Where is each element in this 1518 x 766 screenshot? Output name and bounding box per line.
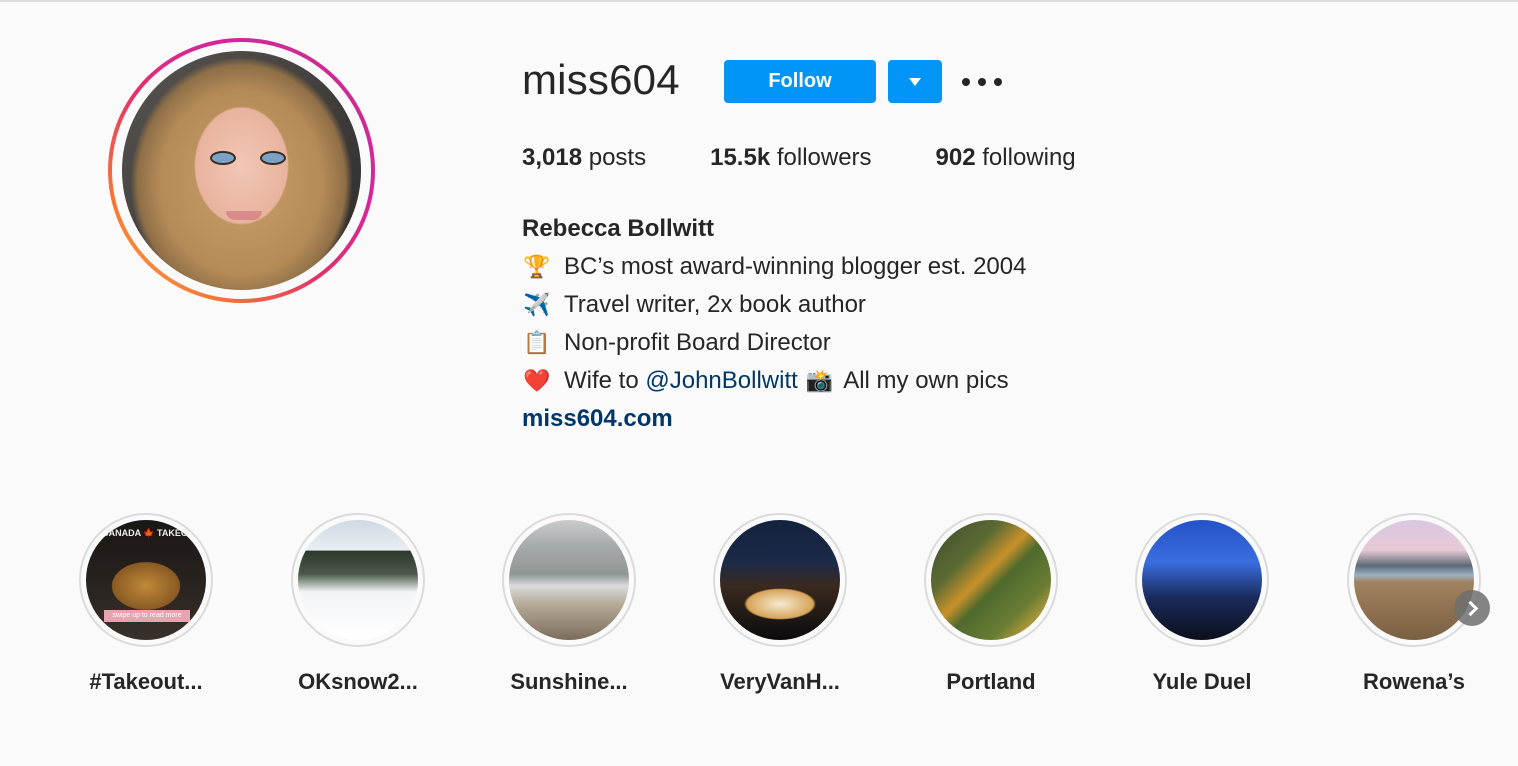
follow-button[interactable]: Follow [724, 60, 876, 103]
profile-stats: 3,018 posts 15.5k followers 902 followin… [522, 144, 1140, 172]
more-options-button[interactable] [962, 70, 1002, 94]
highlight-cover [720, 520, 840, 640]
highlight-cover [1354, 520, 1474, 640]
highlight-cover [931, 520, 1051, 640]
airplane-icon: ✈️ [523, 292, 551, 317]
highlight-label: OKsnow2... [298, 669, 418, 694]
highlight-item[interactable]: OKsnow2... [278, 513, 438, 695]
clipboard-icon: 📋 [523, 330, 551, 355]
website-link[interactable]: miss604.com [522, 405, 673, 432]
triangle-down-icon [909, 77, 921, 86]
chevron-right-icon [1462, 600, 1479, 616]
highlight-label: Sunshine... [510, 669, 628, 694]
top-divider [0, 0, 1518, 2]
highlight-label: VeryVanH... [720, 669, 840, 694]
highlight-label: #Takeout... [89, 669, 203, 694]
camera-flash-icon: 📸 [805, 368, 834, 393]
highlight-item[interactable]: VeryVanH... [700, 513, 860, 695]
heart-icon: ❤️ [523, 368, 551, 393]
posts-count: 3,018 posts [522, 144, 647, 171]
highlight-cover: CANADA 🍁 TAKEOUT swipe up to read more [86, 520, 206, 640]
highlight-item[interactable]: Portland [911, 513, 1071, 695]
full-name: Rebecca Bollwitt [522, 215, 715, 242]
highlight-label: Yule Duel [1152, 669, 1252, 694]
bio-line: 📋 Non-profit Board Director [522, 324, 1026, 362]
highlight-label: Rowena’s [1363, 669, 1465, 694]
mention-link[interactable]: @JohnBollwitt [645, 362, 797, 400]
highlight-item[interactable]: Yule Duel [1122, 513, 1282, 695]
profile-avatar[interactable] [122, 51, 361, 290]
highlight-item[interactable]: CANADA 🍁 TAKEOUT swipe up to read more #… [66, 513, 226, 695]
following-link[interactable]: 902 following [936, 144, 1076, 172]
highlight-label: Portland [946, 669, 1036, 694]
highlight-cover [1142, 520, 1262, 640]
bio-line: ❤️ Wife to @JohnBollwitt 📸 All my own pi… [522, 362, 1026, 400]
highlight-item[interactable]: Sunshine... [489, 513, 649, 695]
bio-line: ✈️ Travel writer, 2x book author [522, 286, 1026, 324]
highlight-cover [509, 520, 629, 640]
highlight-cover [298, 520, 418, 640]
profile-avatar-story-ring[interactable] [108, 38, 375, 303]
ellipsis-icon [962, 78, 970, 86]
profile-bio: Rebecca Bollwitt 🏆 BC’s most award-winni… [522, 210, 1026, 438]
bio-line: 🏆 BC’s most award-winning blogger est. 2… [522, 248, 1026, 286]
profile-username: miss604 [522, 56, 680, 103]
trophy-icon: 🏆 [523, 254, 551, 279]
followers-link[interactable]: 15.5k followers [710, 144, 871, 172]
story-highlights: CANADA 🍁 TAKEOUT swipe up to read more #… [0, 513, 1518, 713]
highlights-next-button[interactable] [1454, 590, 1490, 626]
suggested-accounts-dropdown-button[interactable] [888, 60, 942, 103]
